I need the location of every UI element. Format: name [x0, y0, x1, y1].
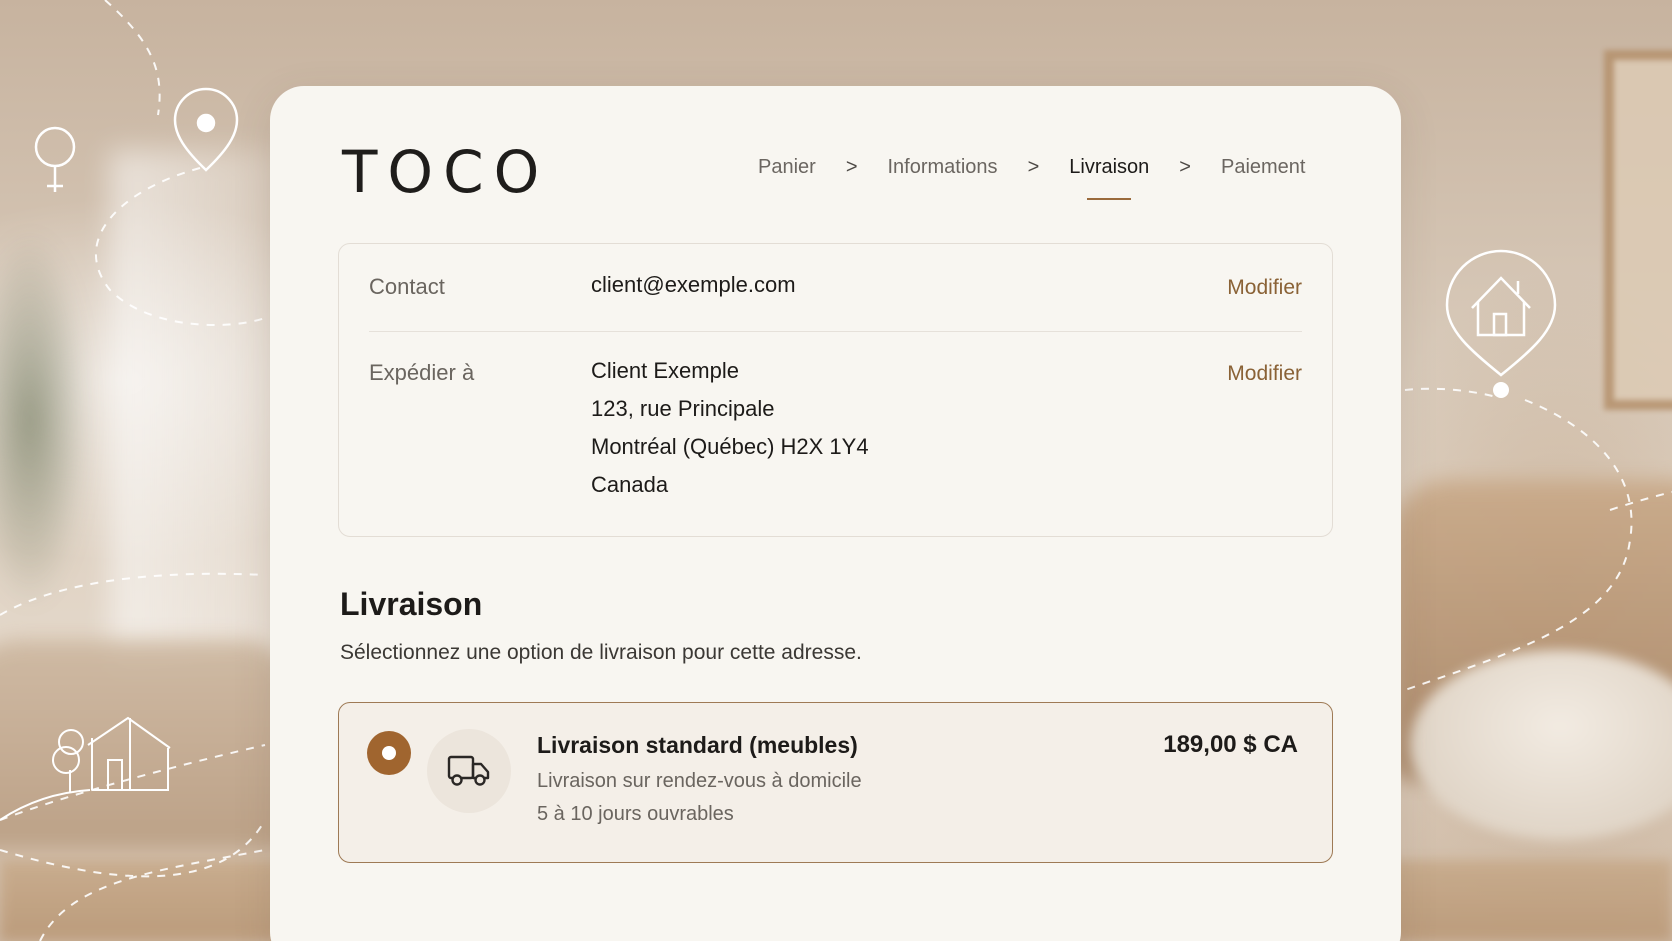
truck-icon	[427, 729, 511, 813]
address-line-country: Canada	[591, 472, 669, 497]
edit-address-link[interactable]: Modifier	[1227, 362, 1302, 386]
contact-email: client@exemple.com	[591, 272, 796, 297]
location-pin-icon	[173, 87, 239, 172]
shipping-option-detail: Livraison sur rendez-vous à domicile	[537, 770, 862, 792]
breadcrumb-step-payment: Paiement	[1220, 156, 1306, 178]
shipping-option-delay: 5 à 10 jours ouvrables	[537, 803, 734, 825]
checkout-card: TOCO Panier > Informations > Livraison >…	[270, 86, 1401, 941]
breadcrumb-step-information[interactable]: Informations	[888, 156, 998, 179]
contact-row: Contact client@exemple.com Modifier	[369, 272, 1302, 332]
edit-contact-link[interactable]: Modifier	[1227, 276, 1302, 300]
address-line-street: 123, rue Principale	[591, 396, 775, 421]
home-pin-icon	[1445, 249, 1557, 398]
shipping-section-subtitle: Sélectionnez une option de livraison pou…	[340, 641, 862, 664]
brand-logo[interactable]: TOCO	[342, 138, 549, 206]
order-summary-box: Contact client@exemple.com Modifier Expé…	[338, 243, 1333, 537]
chevron-right-icon: >	[845, 156, 858, 178]
address-line-name: Client Exemple	[591, 358, 739, 383]
breadcrumb-step-shipping: Livraison	[1069, 156, 1150, 200]
shipping-section-title: Livraison	[340, 586, 483, 622]
shipping-option-name: Livraison standard (meubles)	[537, 732, 858, 758]
shipping-option-price: 189,00 $ CA	[1163, 731, 1298, 758]
chevron-right-icon: >	[1027, 156, 1040, 178]
address-line-city: Montréal (Québec) H2X 1Y4	[591, 434, 869, 459]
breadcrumb-step-cart[interactable]: Panier	[758, 156, 816, 179]
checkout-breadcrumb: Panier > Informations > Livraison > Paie…	[758, 156, 1328, 216]
ship-to-address: Client Exemple 123, rue Principale Montr…	[591, 352, 869, 504]
contact-label: Contact	[369, 274, 445, 299]
person-symbol-icon	[34, 126, 76, 192]
shipping-option-radio[interactable]	[367, 731, 411, 775]
chevron-right-icon: >	[1179, 156, 1191, 178]
shipping-option-standard[interactable]: Livraison standard (meubles) Livraison s…	[338, 702, 1333, 863]
ship-to-label: Expédier à	[369, 360, 475, 385]
house-tree-illustration-icon	[0, 716, 171, 821]
